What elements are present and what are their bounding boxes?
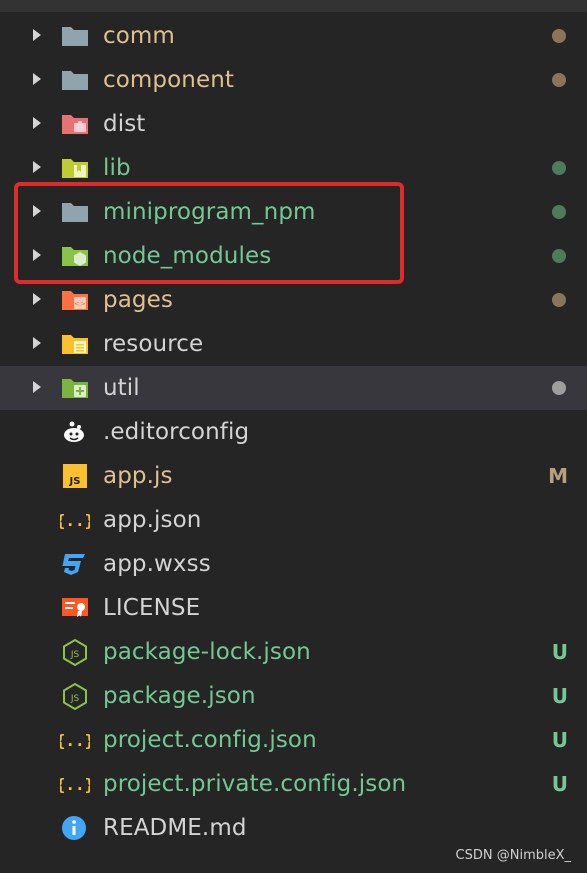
git-status-dot [552, 205, 566, 219]
svg-text:JS: JS [70, 694, 80, 704]
svg-text:JS: JS [70, 650, 80, 660]
file-row-readme-md[interactable]: README.md [0, 806, 587, 850]
chevron-right-icon[interactable] [33, 381, 41, 393]
folder-resource-icon [60, 330, 90, 358]
file-row-package-json[interactable]: JS package.json U [0, 674, 587, 718]
git-status-dot [552, 29, 566, 43]
explorer-top-bar [0, 0, 587, 12]
editorconfig-icon [60, 418, 90, 446]
file-label: app.js [103, 463, 173, 489]
folder-row-util[interactable]: util [0, 366, 587, 410]
git-status-badge: U [551, 684, 568, 708]
folder-icon [60, 66, 90, 94]
file-label: project.private.config.json [103, 771, 407, 797]
svg-text:{..}: {..} [60, 731, 90, 750]
file-label: package-lock.json [103, 639, 311, 665]
file-row-editorconfig[interactable]: .editorconfig [0, 410, 587, 454]
chevron-right-icon[interactable] [33, 117, 41, 129]
js-file-icon: JS [60, 462, 90, 490]
file-label: LICENSE [103, 595, 201, 621]
folder-icon [60, 22, 90, 50]
folder-label: comm [103, 23, 175, 49]
file-row-project-config-json[interactable]: {..} project.config.json U [0, 718, 587, 762]
git-status-dot [552, 73, 566, 87]
info-icon [60, 814, 90, 842]
folder-dist-icon [60, 110, 90, 138]
git-status-badge: U [551, 640, 568, 664]
file-label: .editorconfig [103, 419, 250, 445]
folder-label: component [103, 67, 235, 93]
file-row-project-private-config-json[interactable]: {..} project.private.config.json U [0, 762, 587, 806]
watermark-text: CSDN @NimbleX_ [455, 848, 571, 863]
file-row-package-lock-json[interactable]: JS package-lock.json U [0, 630, 587, 674]
chevron-right-icon[interactable] [33, 29, 41, 41]
git-status-badge: U [551, 728, 568, 752]
chevron-right-icon[interactable] [33, 337, 41, 349]
file-explorer-tree: comm component dist lib miniprogram_npm [0, 14, 587, 850]
file-label: package.json [103, 683, 256, 709]
json-braces-icon: {..} [60, 770, 90, 798]
svg-text:{..}: {..} [60, 511, 90, 530]
folder-label: resource [103, 331, 204, 357]
file-row-app-js[interactable]: JS app.js M [0, 454, 587, 498]
git-status-dot [552, 249, 566, 263]
folder-label: dist [103, 111, 146, 137]
file-label: app.json [103, 507, 202, 533]
svg-text:<>: <> [74, 300, 86, 308]
folder-row-pages[interactable]: <> pages [0, 278, 587, 322]
chevron-right-icon[interactable] [33, 73, 41, 85]
license-icon [60, 594, 90, 622]
svg-text:JS: JS [69, 476, 81, 487]
red-highlight-box [14, 182, 404, 284]
json-braces-icon: {..} [60, 726, 90, 754]
nodejs-icon: JS [60, 638, 90, 666]
json-braces-icon: {..} [60, 506, 90, 534]
folder-label: util [103, 375, 140, 401]
folder-pages-icon: <> [60, 286, 90, 314]
file-row-app-json[interactable]: {..} app.json [0, 498, 587, 542]
nodejs-icon: JS [60, 682, 90, 710]
folder-label: pages [103, 287, 173, 313]
folder-row-component[interactable]: component [0, 58, 587, 102]
folder-row-dist[interactable]: dist [0, 102, 587, 146]
git-status-dot [552, 381, 566, 395]
svg-text:{..}: {..} [60, 775, 90, 794]
file-label: project.config.json [103, 727, 317, 753]
git-status-badge: U [551, 772, 568, 796]
file-label: README.md [103, 815, 247, 841]
git-status-badge: M [548, 464, 568, 488]
chevron-right-icon[interactable] [33, 161, 41, 173]
file-row-license[interactable]: LICENSE [0, 586, 587, 630]
folder-util-icon [60, 374, 90, 402]
file-row-app-wxss[interactable]: app.wxss [0, 542, 587, 586]
git-status-dot [552, 293, 566, 307]
folder-lib-icon [60, 154, 90, 182]
chevron-right-icon[interactable] [33, 293, 41, 305]
folder-row-comm[interactable]: comm [0, 14, 587, 58]
css-file-icon [60, 550, 90, 578]
git-status-dot [552, 161, 566, 175]
folder-row-resource[interactable]: resource [0, 322, 587, 366]
file-label: app.wxss [103, 551, 211, 577]
